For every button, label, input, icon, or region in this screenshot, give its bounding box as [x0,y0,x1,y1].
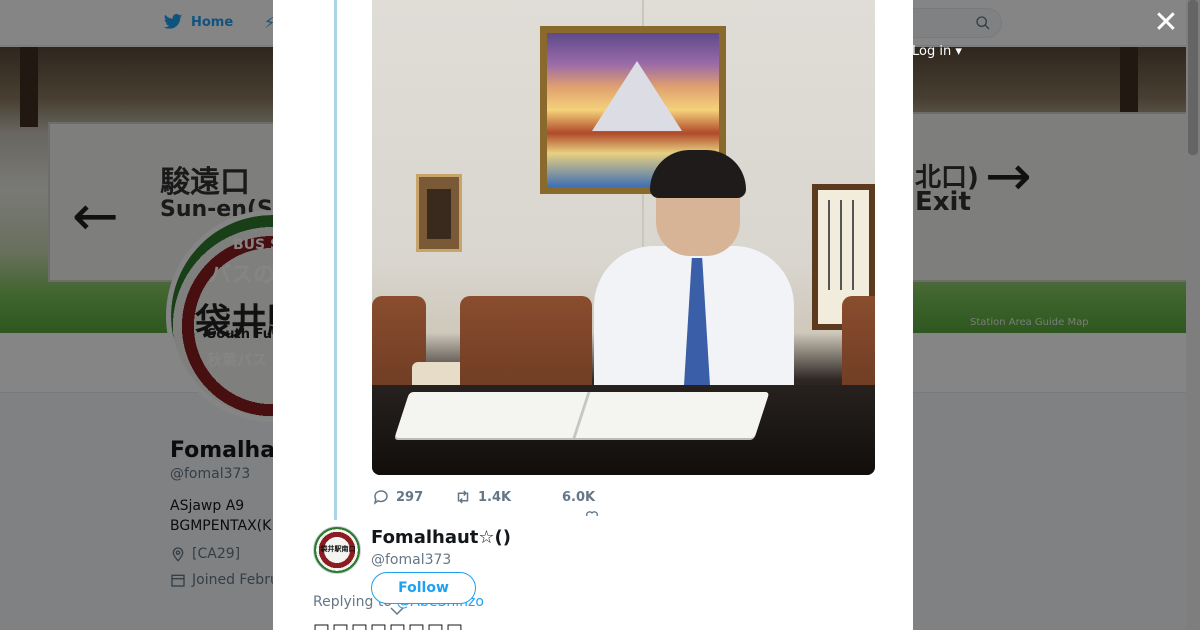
like-button[interactable]: 6.0K [562,489,642,516]
tweet-modal: 297 1.4K 6.0K 袋井駅南口 Fomalhaut☆() @fomal3… [273,0,913,630]
reply-button[interactable]: 297 [372,488,454,506]
follow-button[interactable]: Follow [371,572,476,604]
tweet-actions: 297 1.4K 6.0K [372,487,642,516]
retweet-count: 1.4K [478,489,512,505]
tweet-photo[interactable] [372,0,875,475]
retweet-icon [457,490,469,504]
thread-line [334,0,337,520]
retweet-button[interactable]: 1.4K [454,488,562,506]
photo-book [394,392,770,438]
reply-icon [373,490,388,505]
reply-count: 297 [396,489,424,505]
reply-avatar[interactable]: 袋井駅南口 [313,526,361,574]
chevron-down-icon[interactable] [390,606,404,616]
like-count: 6.0K [562,489,596,505]
login-link[interactable]: Log in ▾ [912,44,962,59]
reply-avatar-text: 袋井駅南口 [320,545,356,553]
reply-text: □□□□□□□□ [313,620,465,630]
reply-author-handle[interactable]: @fomal373 [371,552,451,568]
reply-author-name[interactable]: Fomalhaut☆() [371,527,511,548]
close-icon[interactable]: ✕ [1152,8,1180,38]
heart-icon [585,510,599,516]
photo-small-frame [416,174,462,252]
